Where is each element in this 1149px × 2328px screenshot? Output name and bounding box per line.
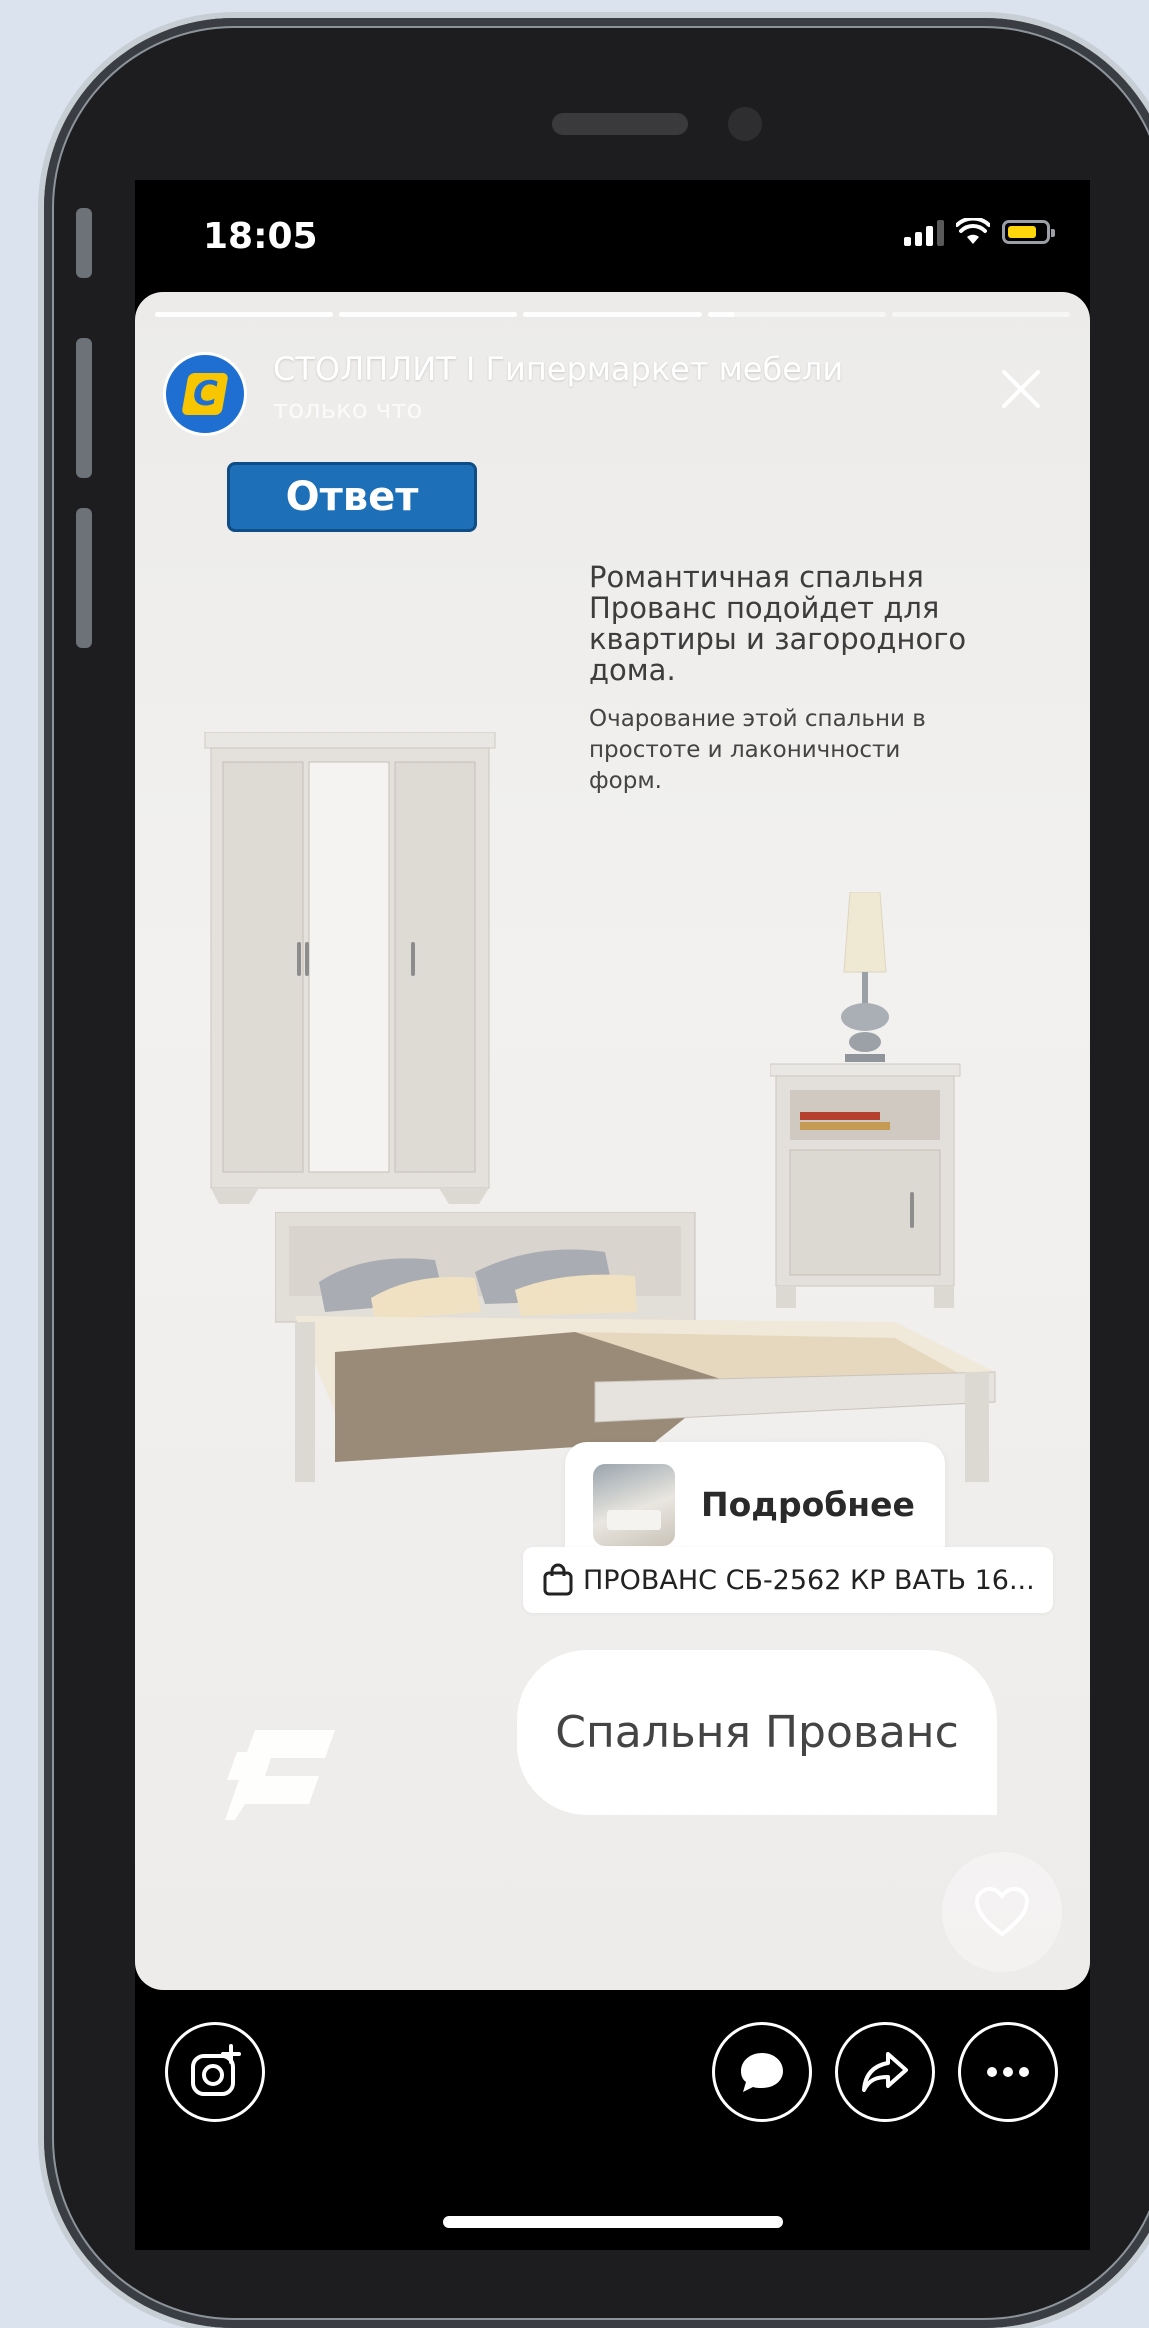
story-progress: [155, 312, 1071, 317]
camera-button[interactable]: [165, 2022, 265, 2122]
home-indicator[interactable]: [443, 2216, 783, 2228]
progress-segment: [707, 312, 886, 317]
account-avatar[interactable]: С: [163, 352, 247, 436]
progress-segment: [891, 312, 1071, 317]
account-name[interactable]: СТОЛПЛИТ I Гипермаркет мебели: [273, 350, 843, 388]
progress-segment: [339, 312, 518, 317]
brand-watermark-icon: [225, 1730, 335, 1820]
like-button[interactable]: [942, 1852, 1062, 1972]
earpiece-speaker: [552, 113, 688, 135]
signal-icon: [904, 218, 944, 246]
more-button[interactable]: [958, 2022, 1058, 2122]
heart-icon: [974, 1886, 1030, 1937]
product-tag-text: ПРОВАНС СБ-2562 КР ВАТЬ 16...: [583, 1564, 1035, 1596]
story-view[interactable]: С СТОЛПЛИТ I Гипермаркет мебели только ч…: [135, 292, 1090, 1990]
product-tag[interactable]: ПРОВАНС СБ-2562 КР ВАТЬ 16...: [523, 1547, 1053, 1613]
more-icon: [987, 2067, 1029, 2077]
wardrobe-image: [204, 732, 496, 1204]
story-subtext: Очарование этой спальни в простоте и лак…: [589, 706, 926, 794]
phone-screen: 18:05 С СТОЛПЛИТ I Гипермаркет мебели то…: [135, 180, 1090, 2250]
brand-logo-icon: С: [181, 373, 229, 415]
close-icon[interactable]: [996, 364, 1046, 414]
wifi-icon: [956, 218, 990, 244]
mute-switch: [76, 208, 92, 278]
shopping-bag-icon: [543, 1563, 573, 1596]
caption-bubble: Спальня Прованс: [517, 1650, 997, 1815]
share-icon: [862, 2052, 908, 2092]
volume-up-button: [76, 338, 92, 478]
product-card-label: Подробнее: [701, 1485, 915, 1524]
message-button[interactable]: [712, 2022, 812, 2122]
product-thumbnail: [593, 1463, 675, 1546]
answer-button: Ответ: [227, 462, 477, 532]
volume-down-button: [76, 508, 92, 648]
post-time: только что: [273, 395, 423, 425]
camera-add-icon: [191, 2044, 241, 2096]
bottom-action-bar: [135, 2022, 1090, 2142]
front-camera: [728, 107, 762, 141]
progress-segment: [155, 312, 334, 317]
caption-text: Спальня Прованс: [555, 1707, 959, 1758]
progress-segment: [523, 312, 702, 317]
battery-icon: [1002, 220, 1055, 244]
chat-bubble-icon: [741, 2053, 783, 2092]
status-icons: [904, 218, 1055, 246]
share-button[interactable]: [835, 2022, 935, 2122]
status-time: 18:05: [203, 216, 318, 257]
story-headline: Романтичная спальня Прованс подойдет для…: [589, 560, 967, 687]
